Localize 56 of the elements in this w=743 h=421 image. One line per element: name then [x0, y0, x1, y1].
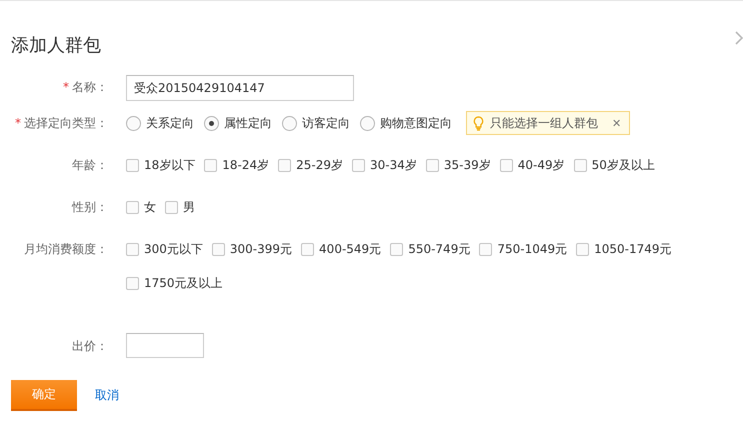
- checkbox[interactable]: [126, 276, 139, 290]
- field-label: 名称：: [72, 80, 108, 94]
- radio-button[interactable]: [126, 116, 141, 130]
- checkbox-option[interactable]: 300-399元: [212, 237, 292, 261]
- checkbox-option[interactable]: 女: [126, 195, 156, 219]
- checkbox[interactable]: [479, 242, 492, 256]
- checkbox-option[interactable]: 25-29岁: [278, 153, 344, 177]
- radio-option[interactable]: 购物意图定向: [360, 111, 452, 135]
- radio-option[interactable]: 关系定向: [126, 111, 194, 135]
- cancel-link[interactable]: 取消: [95, 387, 119, 404]
- chevron-right-icon[interactable]: [735, 31, 743, 45]
- name-input[interactable]: 受众20150429104147: [126, 75, 354, 101]
- radio-button[interactable]: [204, 116, 219, 130]
- checkbox-option[interactable]: 男: [165, 195, 195, 219]
- price-input[interactable]: [126, 333, 204, 358]
- checkbox[interactable]: [576, 242, 590, 256]
- checkbox-option[interactable]: 550-749元: [390, 237, 470, 261]
- checkbox-option[interactable]: 300元以下: [126, 237, 203, 261]
- checkbox-option[interactable]: 750-1049元: [479, 237, 568, 261]
- checkbox[interactable]: [426, 158, 439, 172]
- checkbox[interactable]: [212, 242, 225, 256]
- radio-button[interactable]: [360, 116, 375, 130]
- checkbox[interactable]: [126, 200, 139, 214]
- checkbox-option[interactable]: 35-39岁: [426, 153, 491, 177]
- checkbox-option[interactable]: 18岁以下: [126, 153, 196, 177]
- checkbox[interactable]: [574, 158, 587, 172]
- checkbox[interactable]: [204, 158, 218, 172]
- close-icon[interactable]: ✕: [612, 116, 622, 130]
- radio-button[interactable]: [282, 116, 297, 130]
- checkbox-option[interactable]: 1050-1749元: [576, 237, 672, 261]
- dialog-title: 添加人群包: [11, 34, 101, 58]
- field-label: 出价：: [72, 338, 108, 352]
- checkbox[interactable]: [390, 242, 404, 256]
- field-label: 年龄：: [72, 158, 108, 172]
- radio-option[interactable]: 属性定向: [204, 111, 272, 135]
- field-label: 选择定向类型：: [24, 116, 108, 130]
- checkbox-option[interactable]: 1750元及以上: [126, 271, 223, 295]
- checkbox[interactable]: [126, 242, 139, 256]
- checkbox[interactable]: [500, 158, 513, 172]
- required-mark: *: [15, 116, 21, 130]
- checkbox-option[interactable]: 400-549元: [301, 237, 382, 261]
- checkbox[interactable]: [165, 200, 178, 214]
- checkbox[interactable]: [278, 158, 292, 172]
- checkbox-option[interactable]: 50岁及以上: [574, 153, 655, 177]
- field-label: 性别：: [72, 200, 108, 214]
- checkbox-option[interactable]: 18-24岁: [204, 153, 270, 177]
- required-mark: *: [63, 80, 69, 94]
- tip-text: 只能选择一组人群包: [490, 114, 598, 132]
- radio-option[interactable]: 访客定向: [282, 111, 350, 135]
- checkbox-option[interactable]: 30-34岁: [352, 153, 417, 177]
- checkbox[interactable]: [126, 158, 139, 172]
- checkbox-option[interactable]: 40-49岁: [500, 153, 565, 177]
- checkbox[interactable]: [301, 242, 314, 256]
- lightbulb-icon: [473, 116, 484, 130]
- checkbox[interactable]: [352, 158, 366, 172]
- field-label: 月均消费额度：: [24, 242, 108, 256]
